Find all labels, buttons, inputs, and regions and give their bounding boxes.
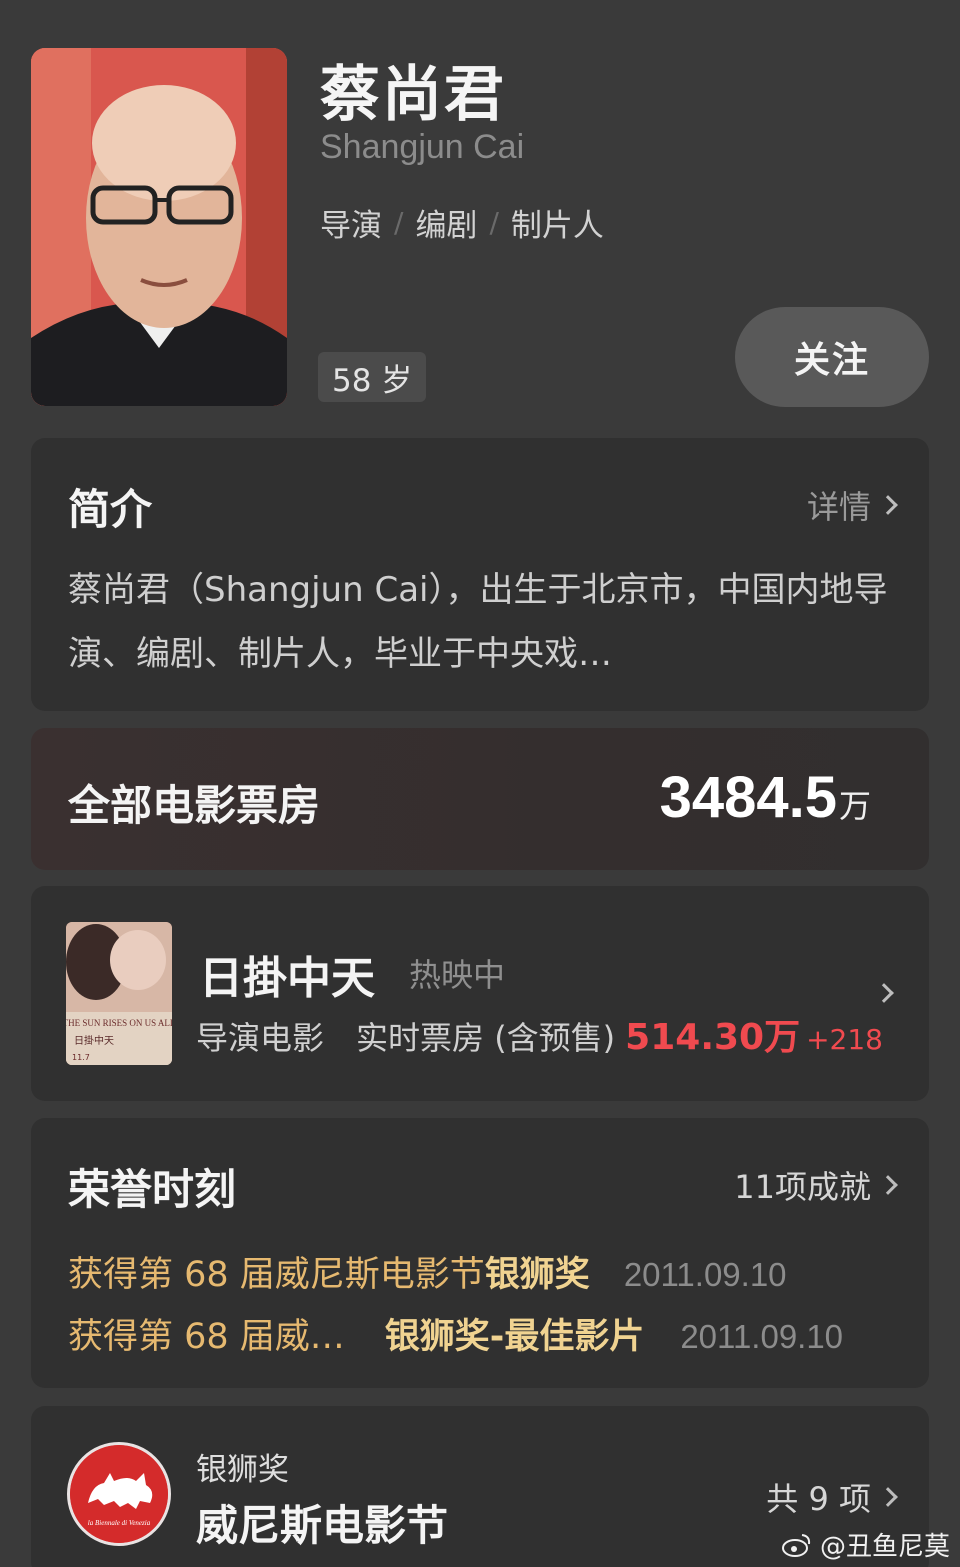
movie-type: 导演电影 xyxy=(196,1019,325,1057)
details-label: 详情 xyxy=(806,488,871,526)
chevron-right-icon xyxy=(878,1487,898,1507)
honor-date: 2011.09.10 xyxy=(623,1256,787,1293)
poster-english-title: THE SUN RISES ON US ALL xyxy=(66,1018,172,1028)
intro-card[interactable]: 简介 详情 蔡尚君（Shangjun Cai），出生于北京市，中国内地导演、编剧… xyxy=(31,438,929,711)
role-writer: 编剧 xyxy=(415,208,478,244)
weibo-icon xyxy=(781,1533,811,1557)
honors-count-link[interactable]: 11项成就 xyxy=(734,1162,898,1208)
honor-item[interactable]: 获得第 68 届威… 银狮奖-最佳影片 2011.09.10 xyxy=(68,1308,843,1359)
role-producer: 制片人 xyxy=(510,208,604,244)
role-list: 导演 / 编剧 / 制片人 xyxy=(320,200,604,245)
box-office-number: 3484.5 xyxy=(659,765,837,830)
honor-text: 获得第 68 届威尼斯电影节 xyxy=(68,1255,485,1295)
realtime-amount: 514.30万 xyxy=(625,1017,801,1058)
award-name: 威尼斯电影节 xyxy=(196,1501,449,1550)
movie-title: 日掛中天 xyxy=(199,953,375,1004)
avatar[interactable] xyxy=(31,48,287,406)
honors-title: 荣誉时刻 xyxy=(68,1165,237,1214)
honor-date: 2011.09.10 xyxy=(680,1318,844,1355)
poster-image: THE SUN RISES ON US ALL 日掛中天 11.7 xyxy=(66,922,172,1065)
honors-card[interactable]: 荣誉时刻 11项成就 获得第 68 届威尼斯电影节 银狮奖 2011.09.10… xyxy=(31,1118,929,1388)
intro-text: 蔡尚君（Shangjun Cai），出生于北京市，中国内地导演、编剧、制片人，毕… xyxy=(68,570,888,674)
person-name: 蔡尚君 xyxy=(320,60,506,130)
honor-item[interactable]: 获得第 68 届威尼斯电影节 银狮奖 2011.09.10 xyxy=(68,1246,787,1297)
realtime-delta: +218 xyxy=(806,1023,883,1056)
intro-details-link[interactable]: 详情 xyxy=(806,482,898,528)
box-office-unit: 万 xyxy=(838,787,871,825)
chevron-right-icon xyxy=(878,495,898,515)
movie-status: 热映中 xyxy=(409,956,506,994)
chevron-right-icon[interactable] xyxy=(874,983,894,1003)
box-office-label: 全部电影票房 xyxy=(68,781,321,830)
award-subtitle: 银狮奖 xyxy=(196,1452,289,1488)
honor-award: 银狮奖-最佳影片 xyxy=(384,1317,645,1357)
box-office-card[interactable]: 全部电影票房 3484.5 万 xyxy=(31,728,929,870)
honor-text: 获得第 68 届威… xyxy=(68,1317,345,1357)
weibo-watermark: @丑鱼尼莫 xyxy=(781,1526,950,1563)
role-separator: / xyxy=(394,206,404,239)
poster-date: 11.7 xyxy=(72,1053,90,1062)
award-count: 共 9 项 xyxy=(766,1480,871,1518)
venice-lion-logo-icon: la Biennale di Venezia xyxy=(67,1442,171,1546)
age-badge: 58 岁 xyxy=(318,352,427,402)
intro-title: 简介 xyxy=(68,485,153,534)
movie-info-line: 导演电影 实时票房 (含预售) 514.30万 +218 xyxy=(196,1008,883,1060)
role-separator: / xyxy=(489,206,499,239)
watermark-text: @丑鱼尼莫 xyxy=(819,1532,950,1562)
logo-text: la Biennale di Venezia xyxy=(88,1519,151,1527)
lion-logo-image: la Biennale di Venezia xyxy=(70,1445,168,1543)
portrait-image xyxy=(31,48,287,406)
chevron-right-icon xyxy=(878,1175,898,1195)
follow-button[interactable]: 关注 xyxy=(735,307,929,407)
box-office-value: 3484.5 万 xyxy=(660,764,871,831)
movie-poster[interactable]: THE SUN RISES ON US ALL 日掛中天 11.7 xyxy=(66,922,172,1065)
realtime-label: 实时票房 (含预售) xyxy=(356,1019,616,1057)
honors-count: 11项成就 xyxy=(734,1168,871,1206)
movie-card[interactable]: THE SUN RISES ON US ALL 日掛中天 11.7 日掛中天 热… xyxy=(31,886,929,1101)
poster-title: 日掛中天 xyxy=(74,1034,114,1047)
award-count-link[interactable]: 共 9 项 xyxy=(766,1474,898,1520)
honor-award: 银狮奖 xyxy=(484,1255,590,1295)
person-english-name: Shangjun Cai xyxy=(320,128,525,166)
role-director: 导演 xyxy=(320,208,382,244)
